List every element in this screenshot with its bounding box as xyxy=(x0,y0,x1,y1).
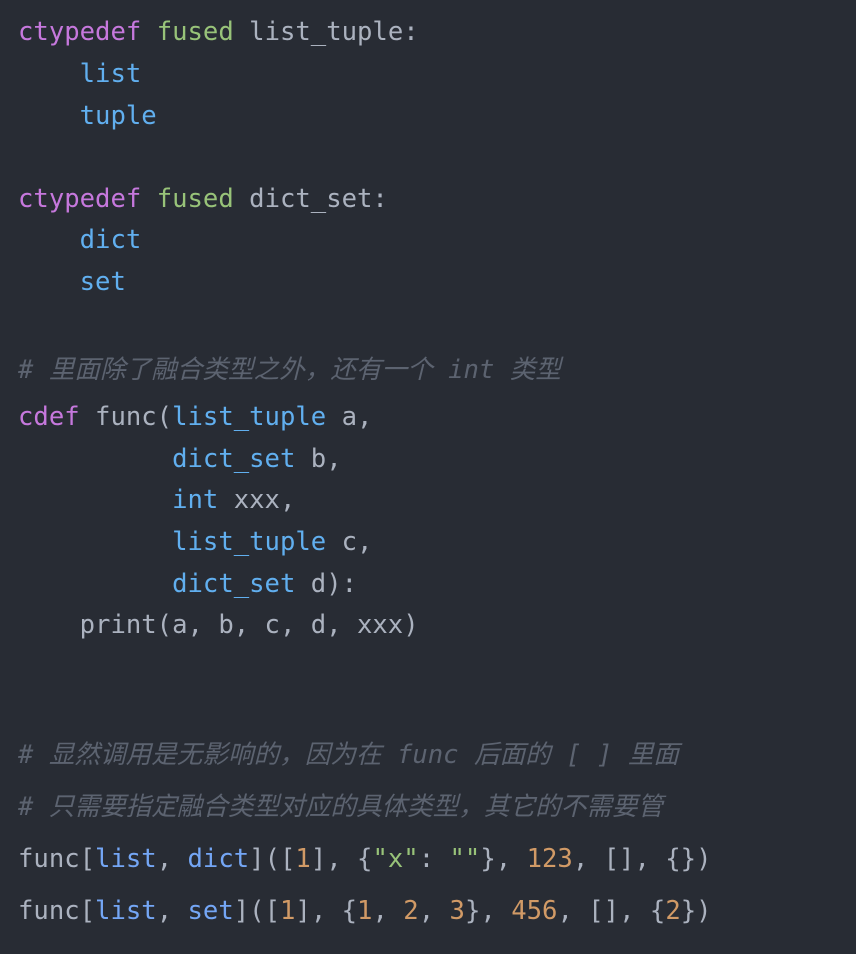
code-line: set xyxy=(18,265,126,299)
code-token-plain: dict_set: xyxy=(233,184,388,214)
code-token-num: 1 xyxy=(279,896,296,926)
code-token-plain: , [], {}) xyxy=(572,844,712,874)
code-line: dict xyxy=(18,223,142,257)
code-token-plain: d): xyxy=(295,569,358,599)
code-line: ctypedef fused dict_set: xyxy=(18,182,388,216)
code-token-ty: dict xyxy=(79,225,142,255)
code-token-comment: # 显然调用是无影响的，因为在 func 后面的 [ ] 里面 xyxy=(18,740,680,770)
code-line: cdef func(list_tuple a, xyxy=(18,400,372,434)
code-token-num: 123 xyxy=(526,844,573,874)
code-token-plain: ]([ xyxy=(249,844,296,874)
code-line: dict_set d): xyxy=(18,567,357,601)
code-block: ctypedef fused list_tuple: list tuple ct… xyxy=(18,0,848,926)
code-token-ty2: set xyxy=(187,896,234,926)
code-token-str: "" xyxy=(449,844,481,874)
code-token-fused: fused xyxy=(156,17,234,47)
code-token-ty: int xyxy=(172,485,219,515)
code-token-ty: dict_set xyxy=(172,569,296,599)
code-token-plain: }) xyxy=(680,896,712,926)
code-token-num: 1 xyxy=(357,896,373,926)
code-token-ty: list_tuple xyxy=(172,527,327,557)
code-token-ty: dict_set xyxy=(172,444,296,474)
code-token-plain: xxx, xyxy=(218,485,296,515)
code-token-ty: list_tuple xyxy=(172,402,327,432)
code-token-plain: , xyxy=(156,896,188,926)
code-token-plain: , xyxy=(372,896,404,926)
code-line: func[list, dict]([1], {"x": ""}, 123, []… xyxy=(18,842,712,876)
code-token-plain: func( xyxy=(79,402,173,432)
code-token-ty: set xyxy=(79,267,126,297)
code-token-plain: c, xyxy=(326,527,373,557)
code-token-plain: list_tuple: xyxy=(233,17,419,47)
code-token-comment: # 里面除了融合类型之外，还有一个 int 类型 xyxy=(18,355,561,385)
code-token-plain: }, xyxy=(480,844,527,874)
code-token-kw: ctypedef xyxy=(18,17,142,47)
code-token-plain: : xyxy=(418,844,450,874)
code-line: dict_set b, xyxy=(18,442,342,476)
code-token-fused: fused xyxy=(156,184,234,214)
code-line: list_tuple c, xyxy=(18,525,372,559)
code-token-kw: ctypedef xyxy=(18,184,142,214)
code-token-str: "x" xyxy=(372,844,419,874)
code-token-plain: func[ xyxy=(18,844,96,874)
code-token-plain: ]([ xyxy=(233,896,280,926)
code-token-num: 2 xyxy=(665,896,681,926)
code-token-comment: # 只需要指定融合类型对应的具体类型，其它的不需要管 xyxy=(18,792,664,822)
code-token-ty2: dict xyxy=(187,844,250,874)
code-line: ctypedef fused list_tuple: xyxy=(18,15,419,49)
code-line: int xxx, xyxy=(18,483,295,517)
code-token-plain: a, xyxy=(326,402,373,432)
code-token-plain: func[ xyxy=(18,896,96,926)
code-token-ty2: list xyxy=(95,844,157,874)
code-line: tuple xyxy=(18,99,157,133)
code-token-num: 2 xyxy=(403,896,419,926)
code-token-plain: print(a, b, c, d, xxx) xyxy=(18,610,419,640)
code-token-num: 456 xyxy=(511,896,558,926)
code-token-ty: tuple xyxy=(79,101,157,131)
code-token-plain: }, xyxy=(464,896,512,926)
code-token-plain: , xyxy=(418,896,450,926)
code-comment: # 只需要指定融合类型对应的具体类型，其它的不需要管 xyxy=(18,790,663,824)
code-token-plain: , xyxy=(156,844,188,874)
code-token-ty: list xyxy=(79,59,142,89)
code-line: list xyxy=(18,57,142,91)
code-line: func[list, set]([1], {1, 2, 3}, 456, [],… xyxy=(18,894,712,928)
code-token-plain: , [], { xyxy=(557,896,666,926)
code-comment: # 里面除了融合类型之外，还有一个 int 类型 xyxy=(18,353,561,387)
code-token-plain: ], { xyxy=(310,844,373,874)
code-token-num: 3 xyxy=(449,896,465,926)
code-token-ty2: list xyxy=(95,896,157,926)
code-token-kw: cdef xyxy=(18,402,80,432)
code-token-plain: ], { xyxy=(295,896,358,926)
code-token-plain: b, xyxy=(295,444,342,474)
code-comment: # 显然调用是无影响的，因为在 func 后面的 [ ] 里面 xyxy=(18,738,679,772)
code-token-num: 1 xyxy=(295,844,311,874)
code-line: print(a, b, c, d, xxx) xyxy=(18,608,419,642)
